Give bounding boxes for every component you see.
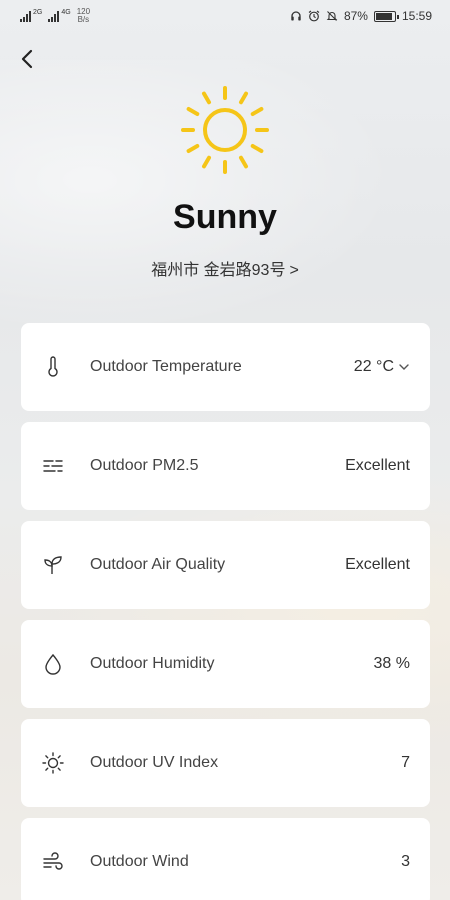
mute-bell-icon xyxy=(326,11,338,21)
card-outdoor-air-quality[interactable]: Outdoor Air Quality Excellent xyxy=(21,521,430,609)
card-outdoor-wind[interactable]: Outdoor Wind 3 xyxy=(21,818,430,900)
leaf-icon xyxy=(44,556,62,574)
signal-2-label: 4G xyxy=(61,8,71,16)
back-arrow-icon[interactable] xyxy=(16,47,40,71)
card-value: 7 xyxy=(401,754,410,771)
card-label: Outdoor Air Quality xyxy=(90,556,226,573)
signal-strength-1-icon xyxy=(20,10,31,22)
wind-icon xyxy=(43,852,63,870)
alarm-icon xyxy=(308,10,320,22)
card-value: 38 % xyxy=(373,655,410,672)
status-bar: 2G 4G 120 B/s 87% 15:59 xyxy=(0,0,450,34)
card-value: Excellent xyxy=(345,556,410,573)
temperature-value: 22 °C xyxy=(353,358,394,375)
card-outdoor-humidity[interactable]: Outdoor Humidity 38 % xyxy=(21,620,430,708)
signal-strength-2-icon xyxy=(48,10,60,22)
pm25-icon xyxy=(43,460,63,472)
card-value: Excellent xyxy=(345,457,410,474)
sun-small-icon xyxy=(42,752,64,774)
location-text: 福州市 金岩路93号 xyxy=(151,262,286,279)
sunny-weather-icon xyxy=(181,86,269,174)
card-label: Outdoor Wind xyxy=(90,853,189,870)
water-drop-icon xyxy=(45,653,61,675)
card-label: Outdoor Humidity xyxy=(90,655,215,672)
card-outdoor-pm25[interactable]: Outdoor PM2.5 Excellent xyxy=(21,422,430,510)
card-outdoor-uv-index[interactable]: Outdoor UV Index 7 xyxy=(21,719,430,807)
status-bar-left: 2G 4G 120 B/s xyxy=(20,8,90,24)
card-value: 3 xyxy=(401,853,410,870)
battery-icon xyxy=(373,10,399,22)
chevron-right-icon: > xyxy=(289,262,299,279)
signal-1-label: 2G xyxy=(33,8,43,16)
status-bar-right: 87% 15:59 xyxy=(290,9,432,23)
thermometer-icon xyxy=(48,356,58,377)
weather-condition-title: Sunny xyxy=(173,198,277,236)
headset-icon xyxy=(291,11,301,21)
card-value: 22 °C xyxy=(354,358,410,376)
card-label: Outdoor UV Index xyxy=(90,754,219,771)
card-label: Outdoor PM2.5 xyxy=(90,457,199,474)
location-link[interactable]: 福州市 金岩路93号 > xyxy=(0,256,450,280)
network-speed-unit: B/s xyxy=(77,15,90,24)
clock: 15:59 xyxy=(401,9,432,23)
card-outdoor-temperature[interactable]: Outdoor Temperature 22 °C xyxy=(21,323,430,411)
battery-percent: 87% xyxy=(343,9,368,23)
card-label: Outdoor Temperature xyxy=(90,358,242,375)
chevron-down-icon[interactable] xyxy=(398,361,410,373)
network-speed: 120 B/s xyxy=(77,8,90,24)
